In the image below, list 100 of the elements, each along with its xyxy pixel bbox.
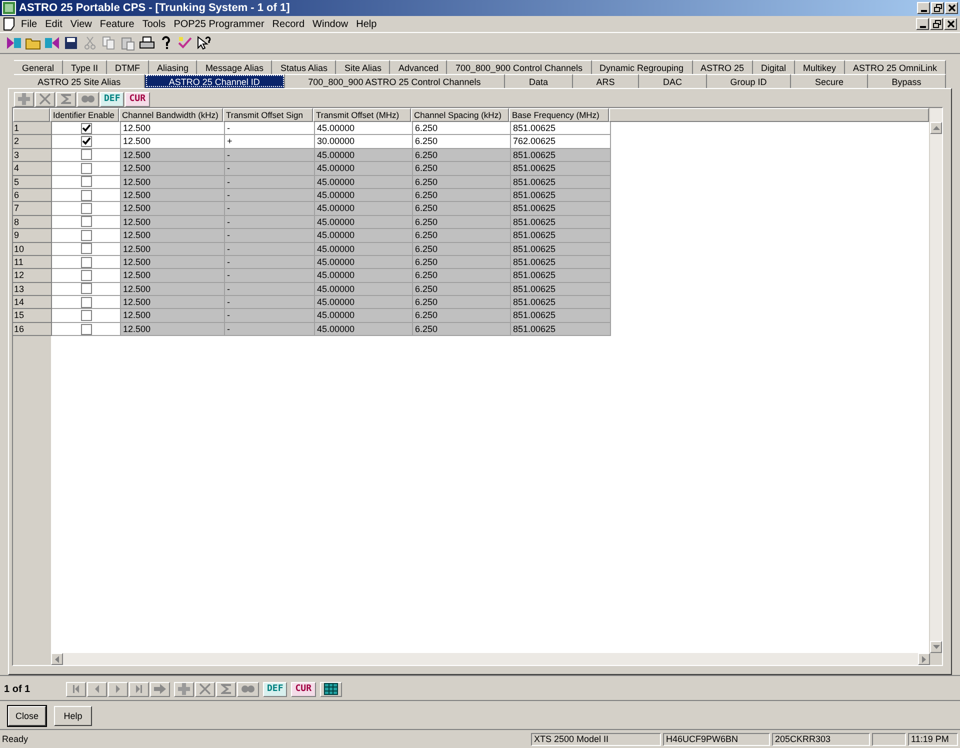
row-header[interactable]: 7 (13, 202, 52, 216)
tab[interactable]: ASTRO 25 OmniLink (845, 60, 946, 74)
menu-item[interactable]: Tools (138, 18, 170, 30)
tab[interactable]: Secure (791, 74, 868, 88)
tab[interactable]: DTMF (106, 60, 149, 74)
tab[interactable]: ARS (572, 74, 640, 88)
checkbox[interactable] (80, 136, 92, 148)
column-header[interactable]: Base Frequency (MHz) (509, 108, 609, 122)
current-button[interactable]: CUR (125, 92, 150, 106)
right-triangle-icon[interactable] (922, 656, 926, 662)
column-header[interactable]: Identifier Enable (50, 108, 119, 122)
tab[interactable]: Bypass (868, 74, 946, 88)
tab[interactable]: Digital (753, 60, 796, 74)
printer-icon[interactable] (139, 35, 155, 51)
tab[interactable]: Group ID (706, 74, 792, 88)
row-header[interactable]: 1 (13, 122, 52, 136)
checkbox[interactable] (80, 149, 92, 160)
down-triangle-icon[interactable] (932, 645, 940, 649)
context-help-icon[interactable] (196, 35, 212, 51)
close-button[interactable] (944, 18, 957, 30)
dialog-button[interactable]: Close (8, 706, 46, 726)
tab[interactable]: ASTRO 25 Channel ID (145, 74, 285, 88)
checkbox[interactable] (80, 230, 92, 241)
checkbox[interactable] (80, 203, 92, 214)
horizontal-scrollbar[interactable] (51, 653, 930, 665)
tab[interactable]: 700_800_900 ASTRO 25 Control Channels (284, 74, 506, 88)
close-button[interactable] (945, 2, 958, 14)
menu-item[interactable]: File (17, 18, 42, 30)
color-check-icon[interactable] (177, 35, 193, 51)
checkbox[interactable] (80, 216, 92, 228)
row-header[interactable]: 11 (13, 256, 52, 270)
minimize-button[interactable] (916, 18, 929, 30)
checkbox[interactable] (80, 310, 92, 322)
row-header[interactable]: 4 (13, 162, 52, 176)
tab[interactable]: DAC (639, 74, 707, 88)
checkbox[interactable] (80, 296, 92, 308)
tab[interactable]: Type II (63, 60, 107, 74)
default-button[interactable]: DEF (263, 682, 288, 696)
column-header[interactable]: Channel Spacing (kHz) (411, 108, 509, 122)
left-triangle-icon[interactable] (55, 656, 59, 662)
row-header[interactable]: 6 (13, 188, 52, 202)
minimize-button[interactable] (917, 2, 930, 14)
tab[interactable]: Aliasing (148, 60, 198, 74)
checkbox[interactable] (80, 283, 92, 294)
tab[interactable]: Advanced (390, 60, 448, 74)
tab[interactable]: Dynamic Regrouping (592, 60, 693, 74)
row-header[interactable]: 10 (13, 242, 52, 256)
row-header[interactable]: 15 (13, 309, 52, 323)
checkbox[interactable] (80, 122, 92, 134)
menu-item[interactable]: Feature (96, 18, 138, 30)
row-header[interactable]: 16 (13, 322, 52, 336)
current-button[interactable]: CUR (291, 682, 316, 696)
checkbox[interactable] (80, 176, 92, 188)
delete-button[interactable] (35, 92, 55, 106)
restore-button[interactable] (931, 2, 944, 14)
tab[interactable]: 700_800_900 Control Channels (447, 60, 592, 74)
checkbox[interactable] (80, 243, 92, 254)
tab[interactable]: Data (505, 74, 573, 88)
checkbox[interactable] (80, 162, 92, 174)
checkbox[interactable] (80, 270, 92, 281)
checkbox[interactable] (80, 324, 92, 335)
column-header[interactable]: Channel Bandwidth (kHz) (119, 108, 223, 122)
add-button[interactable] (174, 682, 194, 696)
last-record-button[interactable] (129, 682, 149, 696)
write-radio-icon[interactable] (44, 35, 60, 51)
menu-item[interactable]: Record (268, 18, 309, 30)
default-button[interactable]: DEF (100, 92, 124, 106)
restore-button[interactable] (930, 18, 943, 30)
go-to-button[interactable] (150, 682, 170, 696)
tab[interactable]: Multikey (795, 60, 845, 74)
tab[interactable]: ASTRO 25 (692, 60, 754, 74)
link-button[interactable] (237, 682, 259, 696)
sigma-button[interactable] (56, 92, 76, 106)
row-header[interactable]: 9 (13, 229, 52, 243)
tab[interactable]: Status Alias (272, 60, 336, 74)
menu-item[interactable]: POP25 Programmer (170, 18, 268, 30)
menu-item[interactable]: View (66, 18, 96, 30)
up-triangle-icon[interactable] (932, 126, 940, 130)
row-header[interactable]: 3 (13, 148, 52, 162)
tab[interactable]: ASTRO 25 Site Alias (14, 74, 146, 88)
menu-item[interactable]: Edit (41, 18, 66, 30)
vertical-scrollbar[interactable] (929, 108, 942, 653)
row-header[interactable]: 8 (13, 216, 52, 230)
tab[interactable]: General (14, 60, 63, 74)
row-header[interactable]: 5 (13, 176, 52, 189)
menu-item[interactable]: Help (352, 18, 381, 30)
menu-item[interactable]: Window (308, 18, 352, 30)
row-header[interactable]: 12 (13, 269, 52, 283)
dialog-button[interactable]: Help (54, 706, 92, 726)
row-header[interactable]: 2 (13, 135, 52, 149)
sigma-button[interactable] (216, 682, 236, 696)
save-icon[interactable] (63, 35, 79, 51)
previous-record-button[interactable] (87, 682, 107, 696)
checkbox[interactable] (80, 256, 92, 268)
table-view-button[interactable] (320, 682, 342, 696)
delete-button[interactable] (195, 682, 215, 696)
add-button[interactable] (14, 92, 34, 106)
row-header[interactable]: 13 (13, 282, 52, 296)
column-header[interactable]: Transmit Offset (MHz) (313, 108, 411, 122)
checkbox[interactable] (80, 190, 92, 201)
